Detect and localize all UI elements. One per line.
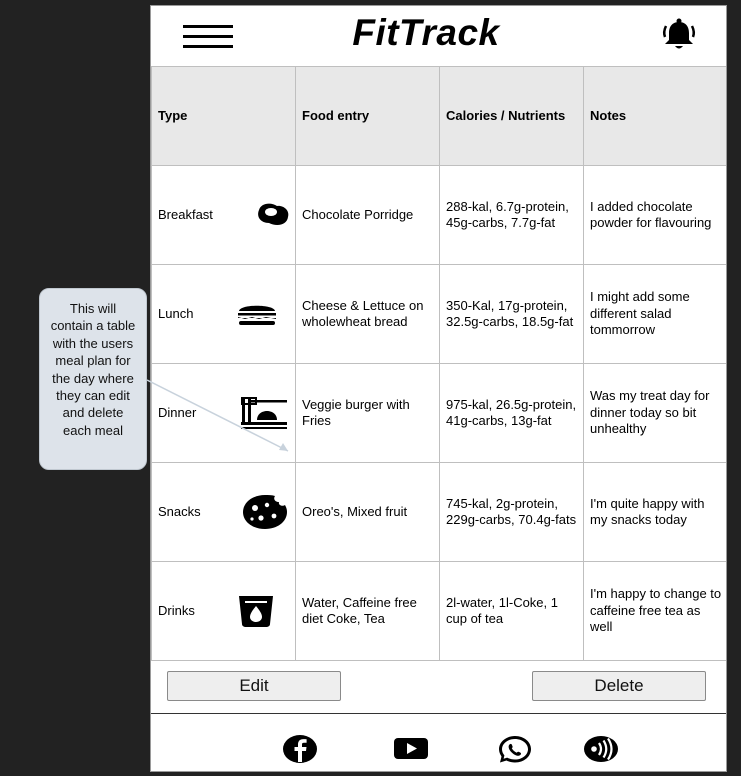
type-cell: Drinks [151,561,296,661]
notes-cell: Was my treat day for dinner today so bit… [583,363,726,463]
meal-type-label: Dinner [158,404,197,420]
app-title: FitTrack [352,12,500,53]
annotation-text: This will contain a table with the users… [50,301,136,438]
bell-icon[interactable] [661,18,697,52]
type-cell: Lunch [151,264,296,364]
delete-button[interactable]: Delete [532,671,706,701]
table-row-dinner[interactable]: Dinner Veggie burger with Fries 975-kal,… [151,363,726,463]
burger-icon [238,305,276,325]
nutrients-cell: 2l-water, 1l-Coke, 1 cup of tea [439,561,584,661]
fried-egg-icon [258,203,289,225]
type-cell: Dinner [151,363,296,463]
nutrients-cell: 975-kal, 26.5g-protein, 41g-carbs, 13g-f… [439,363,584,463]
food-entry-cell: Cheese & Lettuce on wholewheat bread [295,264,440,364]
edit-button[interactable]: Edit [167,671,341,701]
nutrients-cell: 288-kal, 6.7g-protein, 45g-carbs, 7.7g-f… [439,165,584,265]
column-header-food-entry: Food entry [295,66,440,166]
table-row-drinks[interactable]: Drinks Water, Caffeine free diet Coke, T… [151,561,726,661]
hamburger-menu-icon[interactable] [183,25,233,51]
table-row-lunch[interactable]: Lunch Cheese & Lettuce on wholewheat bre… [151,264,726,364]
annotation-callout: This will contain a table with the users… [39,288,147,470]
food-entry-cell: Veggie burger with Fries [295,363,440,463]
social-footer [151,713,726,771]
nutrients-cell: 350-Kal, 17g-protein, 32.5g-carbs, 18.5g… [439,264,584,364]
notes-cell: I might add some different salad tommorr… [583,264,726,364]
type-cell: Breakfast [151,165,296,265]
table-row-snacks[interactable]: Snacks Oreo's, Mixed fruit 745-kal, 2g-p… [151,462,726,562]
whatsapp-icon[interactable] [497,734,533,764]
broadcast-icon[interactable] [583,734,619,764]
table-header-row: Type Food entry Calories / Nutrients Not… [151,66,726,166]
notes-cell: I'm quite happy with my snacks today [583,462,726,562]
top-bar: FitTrack [151,6,726,66]
column-header-notes: Notes [583,66,726,166]
meal-plan-table: Type Food entry Calories / Nutrients Not… [151,66,726,661]
app-screen: FitTrack Type Food entry Calories / Nutr… [150,5,727,772]
notes-cell: I'm happy to change to caffeine free tea… [583,561,726,661]
youtube-icon[interactable] [393,734,429,764]
food-entry-cell: Oreo's, Mixed fruit [295,462,440,562]
food-entry-cell: Water, Caffeine free diet Coke, Tea [295,561,440,661]
meal-type-label: Snacks [158,503,201,519]
type-cell: Snacks [151,462,296,562]
column-header-calories-nutrients: Calories / Nutrients [439,66,584,166]
table-row-breakfast[interactable]: Breakfast Chocolate Porridge 288-kal, 6.… [151,165,726,265]
drink-cup-icon [239,596,273,627]
facebook-icon[interactable] [282,734,318,764]
noodles-bowl-icon [241,397,287,429]
notes-cell: I added chocolate powder for flavouring [583,165,726,265]
meal-type-label: Lunch [158,305,194,321]
column-header-type: Type [151,66,296,166]
meal-type-label: Breakfast [158,206,213,222]
cookie-icon [243,495,287,529]
meal-type-label: Drinks [158,602,195,618]
food-entry-cell: Chocolate Porridge [295,165,440,265]
nutrients-cell: 745-kal, 2g-protein, 229g-carbs, 70.4g-f… [439,462,584,562]
